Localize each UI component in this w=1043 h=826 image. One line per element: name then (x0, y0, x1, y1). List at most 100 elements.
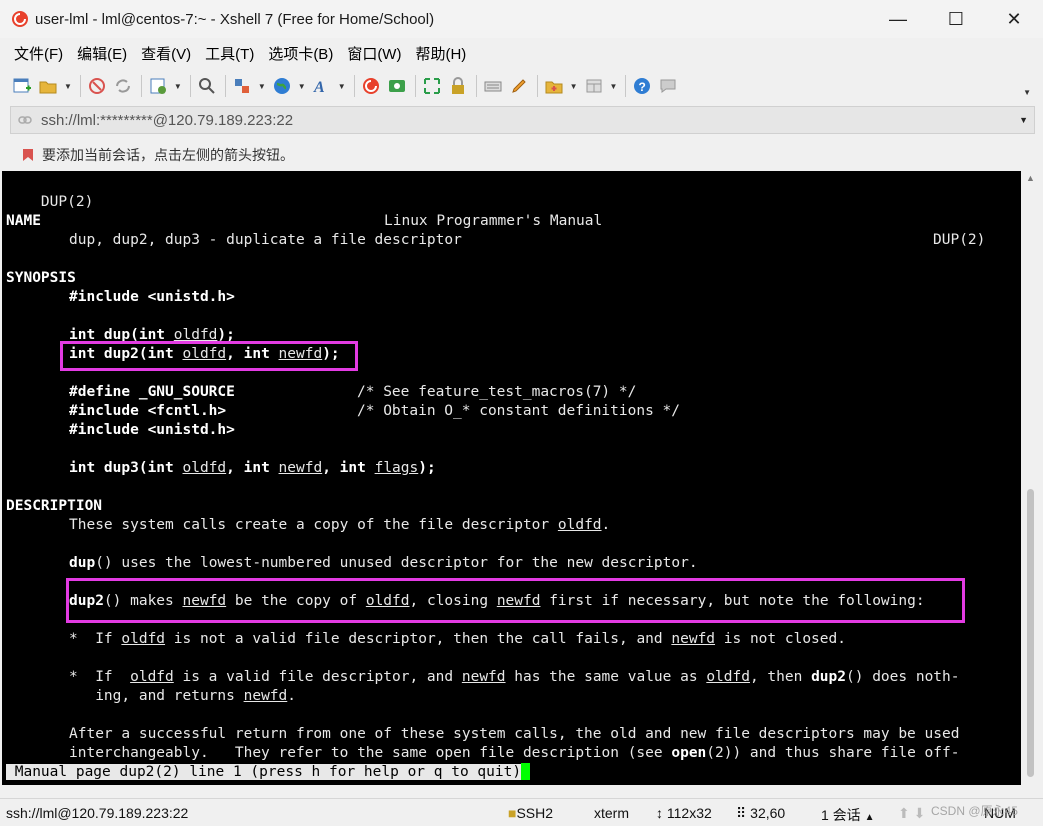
less-status-line: Manual page dup2(2) line 1 (press h for … (6, 763, 531, 782)
xshell-logo-icon[interactable] (361, 76, 381, 96)
include-unistd: #include <unistd.h> (69, 289, 235, 305)
menu-tools[interactable]: 工具(T) (205, 43, 254, 64)
highlight-box-dup2-description (66, 578, 965, 623)
toolbar-overflow-icon[interactable]: ▼ (1023, 88, 1031, 97)
define-gnu-comment: /* See feature_test_macros(7) */ (357, 384, 637, 400)
svg-text:A: A (313, 79, 325, 96)
status-terminal-type: xterm (594, 805, 629, 821)
hint-bar: 要添加当前会话，点击左侧的箭头按钮。 (0, 140, 1043, 170)
font-icon[interactable]: A (312, 76, 332, 96)
layout-icon[interactable] (584, 76, 604, 96)
include-fcntl-comment: /* Obtain O_* constant definitions */ (357, 403, 681, 419)
hint-text: 要添加当前会话，点击左侧的箭头按钮。 (42, 147, 294, 163)
menu-tabs[interactable]: 选项卡(B) (268, 43, 333, 64)
link-icon (18, 116, 32, 124)
bullet-line-2: * If oldfd is a valid file descriptor, a… (69, 669, 960, 685)
description-line-1: These system calls create a copy of the … (69, 517, 611, 533)
scroll-up-arrow-icon[interactable]: ▲ (1026, 173, 1035, 183)
man-header: DUP(2) Linux Programmer's Manual DUP(2) (6, 174, 1017, 248)
toolbar-separator (353, 75, 355, 97)
toolbar-separator (140, 75, 142, 97)
new-session-icon[interactable] (12, 76, 32, 96)
address-input[interactable]: ssh://lml:*********@120.79.189.223:22 (41, 112, 1019, 129)
after-line-2: interchangeably. They refer to the same … (69, 745, 960, 761)
dup3-signature: int dup3(int oldfd, int newfd, int flags… (69, 460, 436, 476)
svg-text:?: ? (639, 80, 646, 94)
window-title: user-lml - lml@centos-7:~ - Xshell 7 (Fr… (35, 10, 435, 28)
toolbar-separator (536, 75, 538, 97)
toolbar-separator (414, 75, 416, 97)
toolbar-separator (625, 75, 627, 97)
name-description: dup, dup2, dup3 - duplicate a file descr… (69, 232, 462, 248)
font-dropdown-icon[interactable]: ▼ (338, 82, 346, 91)
csdn-watermark: CSDN @原永45 (931, 804, 1018, 818)
lock-icon[interactable] (448, 76, 468, 96)
globe-dropdown-icon[interactable]: ▼ (298, 82, 306, 91)
open-dropdown-icon[interactable]: ▼ (64, 82, 72, 91)
toolbar: ▼ ▼ ▼ ▼ A ▼ ▼ ▼ ? ▼ (0, 68, 1043, 104)
keyboard-icon[interactable] (483, 76, 503, 96)
status-cursor-pos: ⠿ 32,60 (736, 805, 786, 821)
include-fcntl: #include <fcntl.h> (69, 403, 227, 419)
cursor-pos-icon: ⠿ (736, 805, 751, 821)
xshell-app-icon (12, 11, 28, 27)
search-icon[interactable] (197, 76, 217, 96)
highlight-box-dup2-signature (60, 341, 358, 371)
resize-icon: ↕ (656, 805, 667, 821)
scrollbar-thumb[interactable] (1027, 489, 1034, 777)
help-icon[interactable]: ? (632, 76, 652, 96)
sessions-up-icon: ▲ (864, 812, 875, 823)
reconnect-icon[interactable] (113, 76, 133, 96)
maximize-button[interactable]: ☐ (927, 0, 985, 38)
header-left: DUP(2) (40, 194, 94, 210)
status-protocol: ■SSH2 (508, 805, 554, 821)
terminal-scrollbar[interactable]: ▲ (1021, 171, 1041, 785)
name-heading: NAME (6, 213, 41, 229)
menu-view[interactable]: 查看(V) (141, 43, 191, 64)
status-connection: ssh://lml@120.79.189.223:22 (6, 805, 189, 821)
toolbar-separator (79, 75, 81, 97)
status-bar: ssh://lml@120.79.189.223:22 ■SSH2 xterm … (0, 798, 1043, 826)
open-folder-icon[interactable] (38, 76, 58, 96)
address-dropdown-icon[interactable]: ▼ (1019, 115, 1028, 125)
new-tab-dropdown-icon[interactable]: ▼ (570, 82, 578, 91)
bookmark-arrow-icon[interactable] (20, 147, 36, 163)
menu-edit[interactable]: 编辑(E) (77, 43, 127, 64)
layout-dropdown-icon[interactable]: ▼ (610, 82, 618, 91)
close-button[interactable]: ✕ (985, 0, 1043, 38)
toolbar-separator (475, 75, 477, 97)
include-unistd-2: #include <unistd.h> (69, 422, 235, 438)
bullet-line-2-cont: ing, and returns newfd. (69, 688, 296, 704)
menu-bar: 文件(F) 编辑(E) 查看(V) 工具(T) 选项卡(B) 窗口(W) 帮助(… (0, 38, 1043, 68)
properties-icon[interactable] (148, 76, 168, 96)
header-center: Linux Programmer's Manual (384, 213, 603, 229)
status-size: ↕ 112x32 (656, 805, 712, 821)
bullet-line-1: * If oldfd is not a valid file descripto… (69, 631, 846, 647)
terminal-cursor (521, 763, 531, 780)
menu-window[interactable]: 窗口(W) (347, 43, 401, 64)
properties-dropdown-icon[interactable]: ▼ (174, 82, 182, 91)
menu-file[interactable]: 文件(F) (14, 43, 63, 64)
status-nav-arrows[interactable]: ⬆ ⬇ (898, 805, 925, 822)
after-line-1: After a successful return from one of th… (69, 726, 960, 742)
transfer-icon[interactable] (232, 76, 252, 96)
status-sessions[interactable]: 1 会话 ▲ (821, 805, 874, 825)
globe-icon[interactable] (272, 76, 292, 96)
title-bar: user-lml - lml@centos-7:~ - Xshell 7 (Fr… (0, 0, 1043, 38)
define-gnu-source: #define _GNU_SOURCE (69, 384, 235, 400)
menu-help[interactable]: 帮助(H) (415, 43, 466, 64)
highlight-pen-icon[interactable] (509, 76, 529, 96)
transfer-dropdown-icon[interactable]: ▼ (258, 82, 266, 91)
terminal-screen[interactable]: DUP(2) Linux Programmer's Manual DUP(2) … (2, 171, 1021, 785)
new-tab-folder-icon[interactable] (544, 76, 564, 96)
chat-icon[interactable] (658, 76, 678, 96)
description-line-dup: dup() uses the lowest-numbered unused de… (69, 555, 698, 571)
disconnect-icon[interactable] (87, 76, 107, 96)
fullscreen-icon[interactable] (422, 76, 442, 96)
toolbar-separator (189, 75, 191, 97)
description-heading: DESCRIPTION (6, 498, 103, 514)
address-bar[interactable]: ssh://lml:*********@120.79.189.223:22 ▼ (10, 106, 1035, 134)
minimize-button[interactable]: — (869, 0, 927, 38)
synopsis-heading: SYNOPSIS (6, 270, 76, 286)
xftp-icon[interactable] (387, 76, 407, 96)
